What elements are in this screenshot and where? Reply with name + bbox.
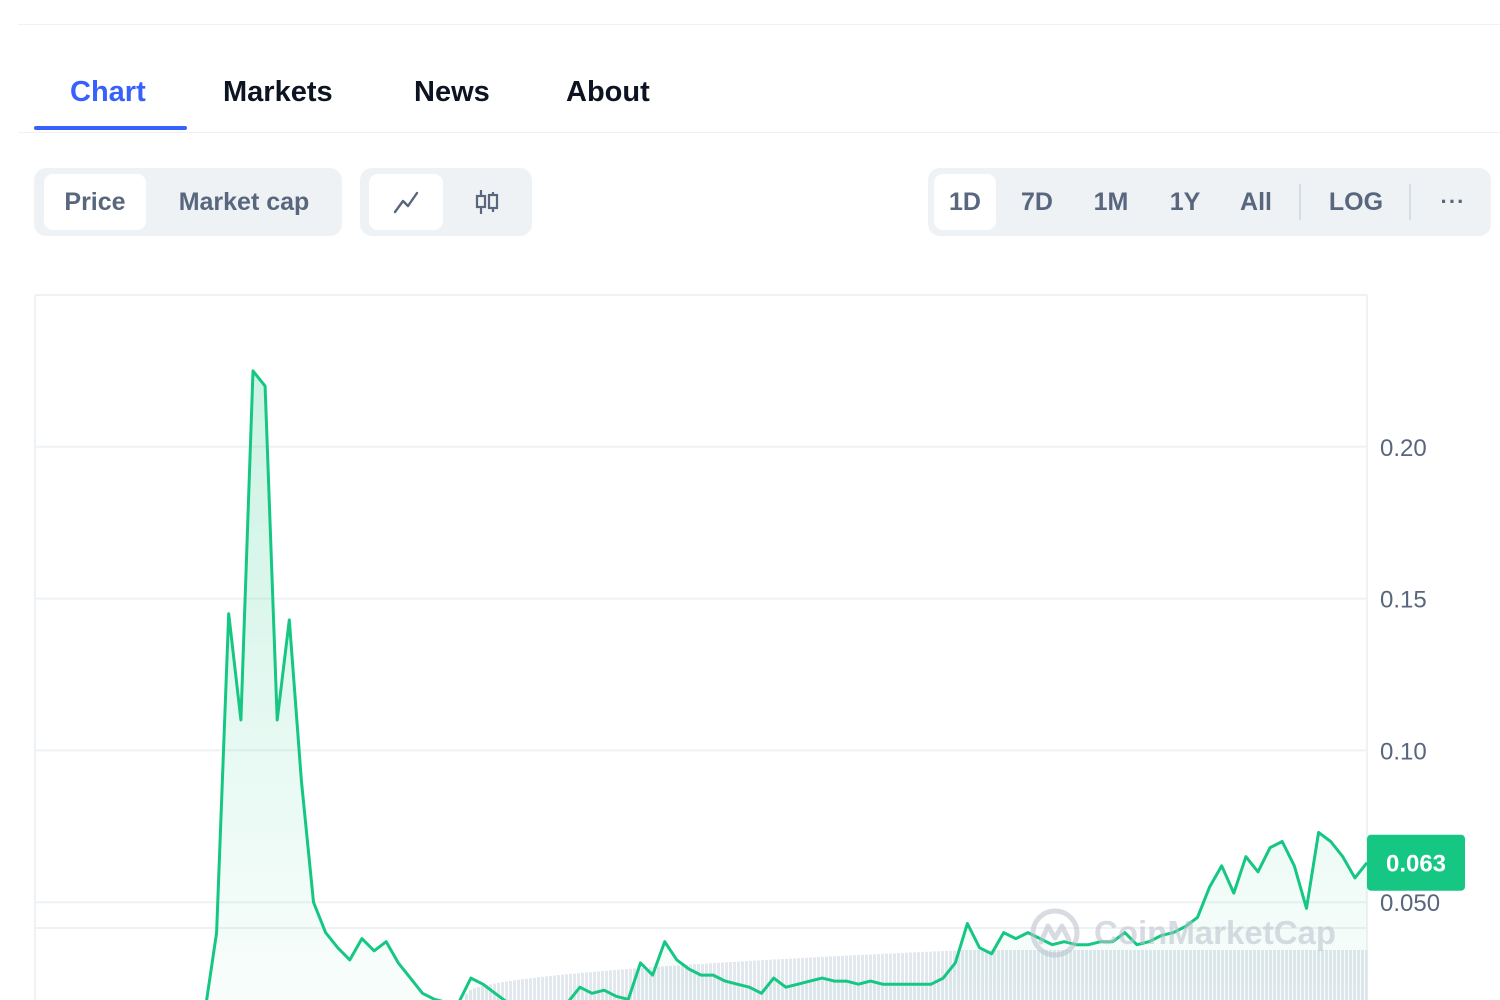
volume-bar [553,975,556,1000]
volume-bar [557,975,560,1000]
y-tick-label: 0.20 [1380,435,1427,462]
y-tick-label: 0.15 [1380,587,1427,614]
y-tick-label: 0.050 [1380,890,1440,917]
volume-bar [533,977,536,1000]
volume-bar [621,969,624,1000]
volume-bar [509,980,512,1000]
volume-bar [505,981,508,1000]
volume-bar [549,975,552,1000]
volume-bar [525,978,528,1000]
volume-bar [517,979,520,1000]
volume-bar [529,978,532,1000]
y-tick-label: 0.10 [1380,738,1427,765]
volume-bar [513,980,516,1000]
volume-bar [565,974,568,1000]
coinmarketcap-logo-icon [1030,908,1080,958]
volume-bar [545,976,548,1000]
coinmarketcap-watermark: CoinMarketCap [1028,906,1336,960]
current-price-label: 0.063 [1386,851,1446,878]
watermark-text: CoinMarketCap [1094,914,1337,951]
volume-bar [521,979,524,1000]
volume-bar [561,974,564,1000]
volume-bar [625,969,628,1000]
price-chart: 0.0500.100.150.200.010840.063 [0,0,1500,1000]
volume-bar [537,977,540,1000]
price-chart-svg: 0.0500.100.150.200.010840.063 [34,294,1465,1000]
volume-bar [541,976,544,1000]
